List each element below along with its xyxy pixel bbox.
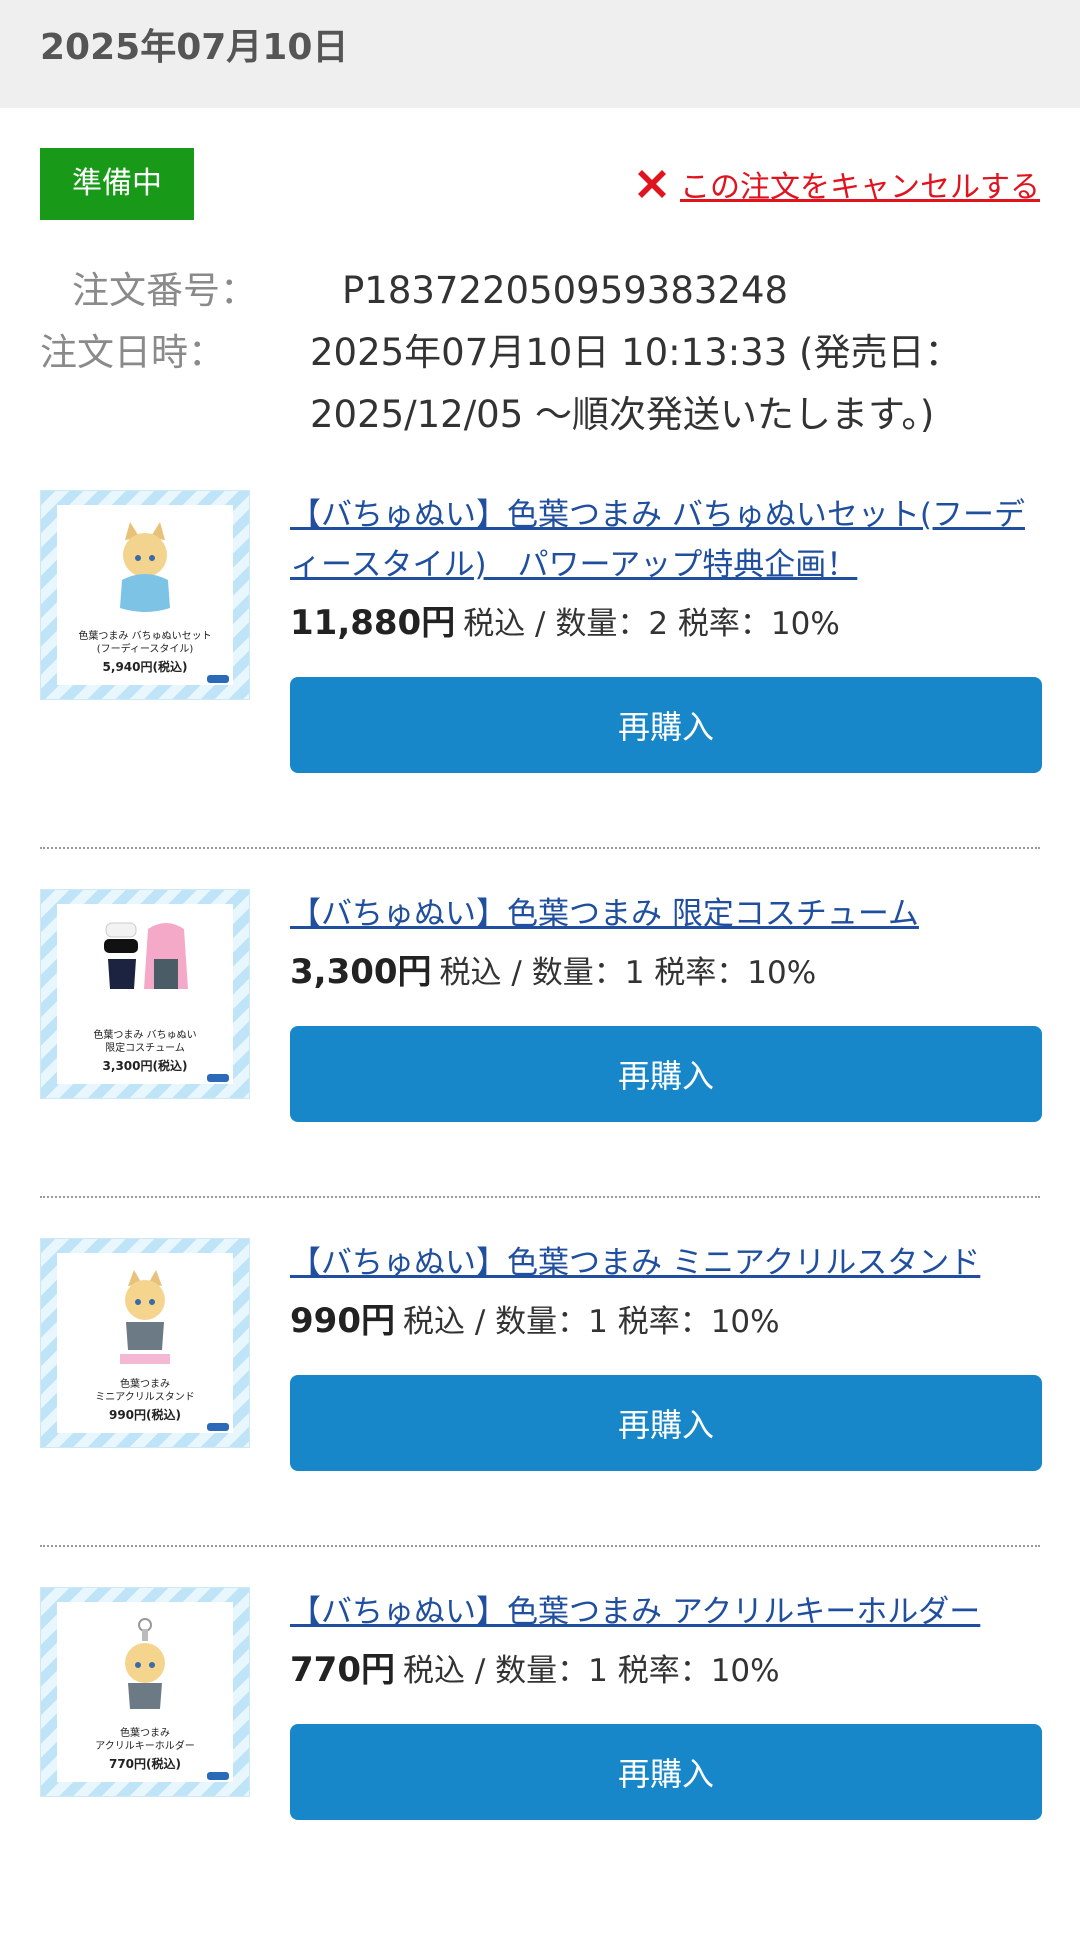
thumbnail-caption: 色葉つまみ ミニアクリルスタンド [95, 1379, 195, 1403]
item-price-detail: 税込 / 数量：1 税率：10% [439, 955, 817, 991]
item-separator [40, 847, 1040, 849]
plush-figure-icon [120, 522, 170, 612]
order-item: 色葉つまみ ミニアクリルスタンド 990円(税込) 【バちゅぬい】色葉つまみ ミ… [40, 1238, 1042, 1471]
thumbnail-card: 色葉つまみ バちゅぬいセット (フーディースタイル) 5,940円(税込) [57, 505, 233, 685]
thumbnail-card: 色葉つまみ バちゅぬい 限定コスチューム 3,300円(税込) [57, 904, 233, 1084]
order-datetime-value: 2025年07月10日 10:13:33 (発売日： 2025/12/05 〜順… [310, 322, 961, 446]
thumbnail-card: 色葉つまみ アクリルキーホルダー 770円(税込) [57, 1602, 233, 1782]
thumbnail-caption: 色葉つまみ バちゅぬい 限定コスチューム [93, 1030, 197, 1054]
thumbnail-price: 990円(税込) [108, 1408, 182, 1422]
item-price-detail: 税込 / 数量：2 税率：10% [463, 606, 840, 642]
order-item: 色葉つまみ アクリルキーホルダー 770円(税込) 【バちゅぬい】色葉つまみ ア… [40, 1587, 1042, 1820]
order-number-value: P183722050959383248 [342, 269, 789, 312]
thumbnail-caption: 色葉つまみ バちゅぬいセット (フーディースタイル) [78, 631, 212, 655]
rebuy-button[interactable]: 再購入 [290, 677, 1042, 773]
item-price: 990円 [290, 1301, 395, 1341]
order-item: 色葉つまみ バちゅぬい 限定コスチューム 3,300円(税込) 【バちゅぬい】色… [40, 889, 1042, 1122]
product-thumbnail[interactable]: 色葉つまみ アクリルキーホルダー 770円(税込) [40, 1587, 250, 1797]
product-thumbnail[interactable]: 色葉つまみ バちゅぬい 限定コスチューム 3,300円(税込) [40, 889, 250, 1099]
brand-logo-icon [207, 1772, 229, 1780]
item-price-line: 3,300円 税込 / 数量：1 税率：10% [290, 949, 1042, 996]
brand-logo-icon [207, 1074, 229, 1082]
order-item: 色葉つまみ バちゅぬいセット (フーディースタイル) 5,940円(税込) 【バ… [40, 490, 1042, 773]
item-price-detail: 税込 / 数量：1 税率：10% [402, 1653, 780, 1689]
product-thumbnail[interactable]: 色葉つまみ バちゅぬいセット (フーディースタイル) 5,940円(税込) [40, 490, 250, 700]
item-title-link[interactable]: 【バちゅぬい】色葉つまみ ミニアクリルスタンド [290, 1238, 1042, 1288]
rebuy-button[interactable]: 再購入 [290, 1026, 1042, 1122]
date-header: 2025年07月10日 [0, 0, 1080, 108]
cancel-order-label: この注文をキャンセルする [680, 170, 1040, 205]
item-details: 【バちゅぬい】色葉つまみ アクリルキーホルダー 770円 税込 / 数量：1 税率… [290, 1587, 1042, 1820]
order-datetime-line2: 2025/12/05 〜順次発送いたします。) [310, 393, 935, 436]
rebuy-button[interactable]: 再購入 [290, 1375, 1042, 1471]
keyholder-icon [125, 1618, 165, 1709]
order-meta: 注文番号： P183722050959383248 注文日時： 2025年07月… [40, 260, 1040, 446]
thumbnail-caption: 色葉つまみ アクリルキーホルダー [95, 1728, 195, 1752]
item-price: 3,300円 [290, 952, 432, 992]
item-price-line: 770円 税込 / 数量：1 税率：10% [290, 1647, 1042, 1694]
item-details: 【バちゅぬい】色葉つまみ 限定コスチューム 3,300円 税込 / 数量：1 税率… [290, 889, 1042, 1122]
brand-logo-icon [207, 675, 229, 683]
order-number-label: 注文番号： [72, 269, 257, 312]
product-thumbnail[interactable]: 色葉つまみ ミニアクリルスタンド 990円(税込) [40, 1238, 250, 1448]
item-separator [40, 1196, 1040, 1198]
order-number-row: 注文番号： P183722050959383248 [40, 260, 1040, 322]
cancel-order-link[interactable]: この注文をキャンセルする [632, 162, 1040, 206]
costume-icon [104, 922, 188, 989]
item-title-link[interactable]: 【バちゅぬい】色葉つまみ 限定コスチューム [290, 889, 1042, 939]
thumbnail-price: 770円(税込) [108, 1757, 182, 1771]
order-datetime-label: 注文日時： [40, 331, 225, 374]
order-datetime-line1: 2025年07月10日 10:13:33 (発売日： [310, 331, 962, 374]
status-badge: 準備中 [40, 148, 194, 220]
item-price-line: 990円 税込 / 数量：1 税率：10% [290, 1298, 1042, 1345]
order-block: 準備中 この注文をキャンセルする 注文番号： P1837220509593832… [0, 108, 1080, 1820]
item-title-link[interactable]: 【バちゅぬい】色葉つまみ アクリルキーホルダー [290, 1587, 1042, 1637]
order-top-row: 準備中 この注文をキャンセルする [40, 148, 1040, 220]
close-icon [638, 170, 666, 198]
item-price-line: 11,880円 税込 / 数量：2 税率：10% [290, 600, 1042, 647]
thumbnail-price: 3,300円(税込) [102, 1059, 188, 1073]
rebuy-button[interactable]: 再購入 [290, 1724, 1042, 1820]
item-separator [40, 1545, 1040, 1547]
item-price-detail: 税込 / 数量：1 税率：10% [402, 1304, 780, 1340]
order-date-heading: 2025年07月10日 [40, 27, 349, 68]
brand-logo-icon [207, 1423, 229, 1431]
thumbnail-card: 色葉つまみ ミニアクリルスタンド 990円(税込) [57, 1253, 233, 1433]
acrylic-stand-icon [120, 1270, 170, 1364]
order-items: 色葉つまみ バちゅぬいセット (フーディースタイル) 5,940円(税込) 【バ… [40, 490, 1042, 1820]
item-details: 【バちゅぬい】色葉つまみ バちゅぬいセット(フーディースタイル) パワーアップ特… [290, 490, 1042, 773]
thumbnail-price: 5,940円(税込) [102, 660, 188, 674]
item-price: 11,880円 [290, 603, 456, 643]
item-price: 770円 [290, 1650, 395, 1690]
item-details: 【バちゅぬい】色葉つまみ ミニアクリルスタンド 990円 税込 / 数量：1 税率… [290, 1238, 1042, 1471]
order-datetime-row: 注文日時： 2025年07月10日 10:13:33 (発売日： 2025/12… [40, 322, 1040, 446]
item-title-link[interactable]: 【バちゅぬい】色葉つまみ バちゅぬいセット(フーディースタイル) パワーアップ特… [290, 490, 1042, 590]
